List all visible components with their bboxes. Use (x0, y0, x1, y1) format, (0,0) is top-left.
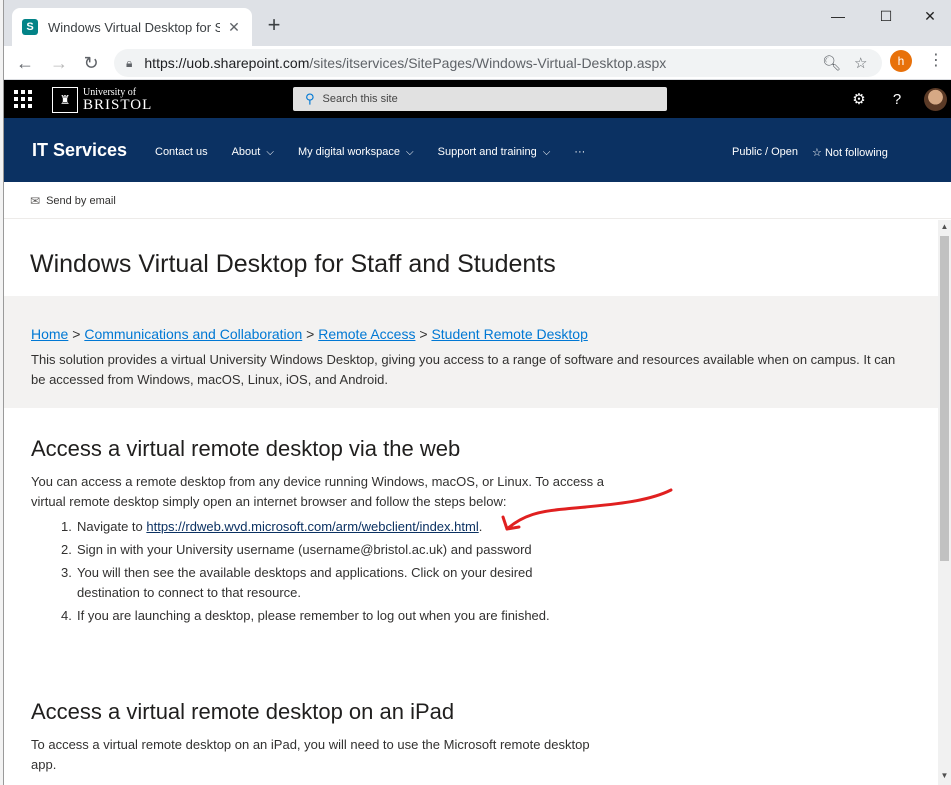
browser-toolbar: ← → ↻ 🔒︎ https://uob.sharepoint.com/site… (4, 46, 951, 80)
browser-tab[interactable]: S Windows Virtual Desktop for Staf ✕ (12, 8, 252, 46)
gear-icon[interactable]: ⚙ (849, 89, 869, 109)
step4-text: If you are launching a desktop, please r… (77, 608, 550, 623)
suite-bar: ♜ University of BRISTOL ⚲ Search this si… (4, 80, 951, 118)
close-icon[interactable]: ✕ (908, 4, 951, 28)
browser-tab-bar: S Windows Virtual Desktop for Staf ✕ + —… (4, 0, 951, 46)
kebab-menu-icon[interactable]: ⋮ (928, 50, 944, 72)
scroll-down-arrow-icon[interactable]: ▼ (938, 771, 951, 783)
url-path: /sites/itservices/SitePages/Windows-Virt… (309, 55, 667, 71)
step1-text: Navigate to (77, 519, 147, 534)
nav-item-contact-us[interactable]: Contact us (155, 146, 208, 158)
help-icon[interactable]: ? (887, 89, 907, 109)
scroll-thumb[interactable] (940, 236, 949, 561)
page-scrollbar[interactable]: ▲ ▼ (938, 220, 951, 785)
logo-text-big: BRISTOL (83, 96, 153, 113)
lock-icon: 🔒︎ (126, 55, 133, 70)
chevron-down-icon: ⌵ (542, 146, 551, 158)
breadcrumb-separator: > (419, 326, 428, 342)
breadcrumb-separator: > (306, 326, 315, 342)
ipad-access-body: To access a virtual remote desktop on an… (31, 737, 590, 772)
chevron-down-icon: ⌵ (266, 146, 274, 158)
nav-label: My digital workspace (297, 146, 401, 158)
tab-title: Windows Virtual Desktop for Staf (48, 19, 220, 35)
follow-button[interactable]: ☆ Not following (812, 146, 888, 159)
forward-arrow-icon[interactable]: → (46, 50, 72, 76)
nav-label: About (231, 146, 261, 158)
privacy-label: Public / Open (732, 146, 799, 158)
page-title: Windows Virtual Desktop for Staff and St… (30, 250, 556, 278)
app-launcher-icon[interactable] (14, 90, 32, 108)
site-title[interactable]: IT Services (32, 140, 127, 161)
crest-icon: ♜ (52, 87, 78, 113)
command-bar: ✉ Send by email (4, 182, 951, 219)
nav-item-about[interactable]: About ⌵ (232, 146, 274, 158)
nav-label: Contact us (155, 146, 208, 158)
nav-label: Support and training (437, 146, 537, 158)
list-item: 4. If you are launching a desktop, please… (61, 606, 911, 626)
reload-icon[interactable]: ↻ (78, 50, 104, 76)
url-text: https://uob.sharepoint.com/sites/itservi… (144, 55, 666, 71)
step2-text: Sign in with your University username (u… (77, 542, 532, 557)
maximize-icon[interactable]: ☐ (864, 4, 908, 28)
search-icon: ⚲ (305, 91, 315, 106)
mail-icon: ✉ (30, 194, 41, 208)
ipad-access-heading: Access a virtual remote desktop on an iP… (31, 699, 455, 724)
red-arrow-annotation (501, 488, 673, 531)
step3-text: You will then see the available desktops… (77, 565, 533, 600)
intro-text: This solution provides a virtual Univers… (31, 352, 896, 387)
sharepoint-favicon-icon: S (22, 19, 38, 35)
minimize-icon[interactable]: — (816, 4, 860, 28)
logo-text-small: University of (83, 86, 137, 98)
breadcrumb-separator: > (72, 326, 81, 342)
nav-label: ··· (574, 146, 586, 158)
web-access-section: Access a virtual remote desktop via the … (31, 436, 911, 629)
nav-more-button[interactable]: ··· (574, 146, 585, 158)
breadcrumb-remote-access[interactable]: Remote Access (318, 326, 415, 342)
profile-avatar[interactable]: h (890, 50, 912, 72)
star-outline-icon: ☆ (812, 147, 822, 159)
send-by-email-button[interactable]: ✉ Send by email (30, 194, 116, 208)
nav-item-my-digital-workspace[interactable]: My digital workspace ⌵ (298, 146, 414, 158)
list-item: 1. Navigate to https://rdweb.wvd.microsof… (61, 519, 483, 534)
list-item: 2. Sign in with your University username … (61, 540, 911, 560)
web-access-heading: Access a virtual remote desktop via the … (31, 436, 461, 461)
follow-label: Not following (824, 147, 888, 159)
breadcrumb-communications[interactable]: Communications and Collaboration (84, 326, 302, 342)
address-bar[interactable]: 🔒︎ https://uob.sharepoint.com/sites/itse… (114, 49, 882, 77)
url-host: https://uob.sharepoint.com (144, 55, 310, 71)
intro-section: Home > Communications and Collaboration … (4, 296, 938, 408)
nav-item-support-and-training[interactable]: Support and training ⌵ (438, 146, 551, 158)
university-logo[interactable]: ♜ University of BRISTOL (52, 86, 152, 114)
zoom-icon[interactable]: 🔍︎ (822, 54, 841, 72)
list-item: 3. You will then see the available deskto… (61, 563, 911, 603)
chevron-down-icon: ⌵ (406, 146, 414, 158)
web-access-steps: 1. Navigate to https://rdweb.wvd.microsof… (31, 517, 911, 626)
scroll-up-arrow-icon[interactable]: ▲ (938, 222, 951, 234)
webclient-link[interactable]: https://rdweb.wvd.microsoft.com/arm/webc… (146, 519, 478, 534)
logo-text: University of BRISTOL (83, 86, 153, 113)
send-by-email-label: Send by email (46, 195, 116, 207)
page-title-area: Windows Virtual Desktop for Staff and St… (4, 220, 938, 296)
site-header: IT Services Contact us About ⌵ My digital… (4, 118, 951, 182)
new-tab-button[interactable]: + (262, 14, 286, 38)
search-placeholder: Search this site (322, 93, 398, 105)
breadcrumb-student-remote-desktop[interactable]: Student Remote Desktop (431, 326, 587, 342)
breadcrumb: Home > Communications and Collaboration … (31, 326, 588, 342)
ipad-access-section: Access a virtual remote desktop on an iP… (31, 699, 911, 775)
site-search-input[interactable]: ⚲ Search this site (293, 87, 667, 111)
breadcrumb-home[interactable]: Home (31, 326, 68, 342)
user-avatar[interactable] (924, 88, 947, 111)
star-icon[interactable]: ☆ (854, 54, 867, 72)
back-arrow-icon[interactable]: ← (12, 50, 38, 76)
tab-close-icon[interactable]: ✕ (226, 19, 242, 35)
step1-suffix: . (478, 519, 483, 534)
top-navigation: Contact us About ⌵ My digital workspace ⌵ … (155, 146, 609, 158)
